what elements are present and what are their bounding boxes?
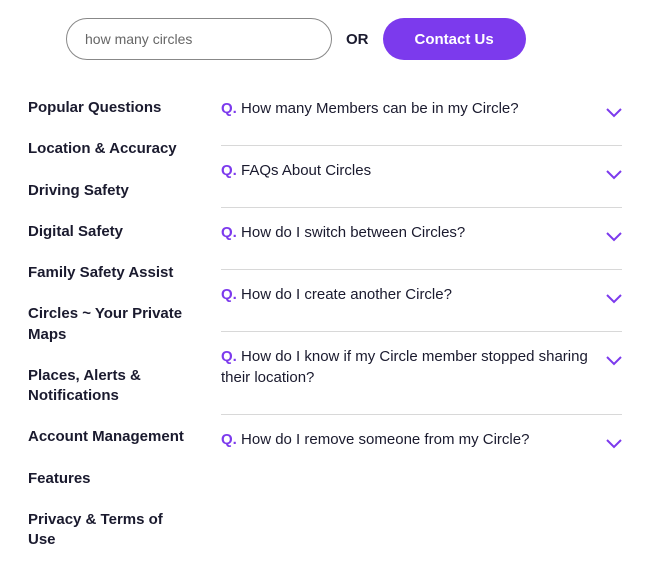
q-prefix: Q. (221, 286, 237, 303)
faq-question: Q. How do I switch between Circles? (221, 222, 481, 243)
chevron-down-icon (606, 108, 622, 118)
sidebar-item-driving-safety[interactable]: Driving Safety (28, 181, 193, 201)
sidebar-item-privacy-terms[interactable]: Privacy & Terms of Use (28, 510, 193, 551)
faq-question: Q. FAQs About Circles (221, 160, 387, 181)
sidebar-item-account-management[interactable]: Account Management (28, 427, 193, 447)
top-bar: OR Contact Us (28, 18, 622, 60)
q-prefix: Q. (221, 162, 237, 179)
faq-item[interactable]: Q. How do I switch between Circles? (221, 208, 622, 270)
chevron-down-icon (606, 356, 622, 366)
chevron-down-icon (606, 232, 622, 242)
q-prefix: Q. (221, 224, 237, 241)
chevron-down-icon (606, 294, 622, 304)
faq-text: How do I switch between Circles? (241, 224, 465, 241)
contact-us-button[interactable]: Contact Us (383, 18, 526, 60)
faq-text: How do I create another Circle? (241, 286, 452, 303)
faq-question: Q. How do I know if my Circle member sto… (221, 346, 606, 388)
faq-text: How many Members can be in my Circle? (241, 100, 519, 117)
faq-item[interactable]: Q. How many Members can be in my Circle? (221, 98, 622, 146)
faq-item[interactable]: Q. How do I know if my Circle member sto… (221, 332, 622, 415)
faq-question: Q. How do I remove someone from my Circl… (221, 429, 545, 450)
faq-item[interactable]: Q. How do I remove someone from my Circl… (221, 415, 622, 476)
chevron-down-icon (606, 439, 622, 449)
sidebar-item-digital-safety[interactable]: Digital Safety (28, 222, 193, 242)
or-label: OR (346, 31, 369, 48)
faq-question: Q. How many Members can be in my Circle? (221, 98, 535, 119)
faq-item[interactable]: Q. How do I create another Circle? (221, 270, 622, 332)
faq-text: How do I remove someone from my Circle? (241, 431, 529, 448)
sidebar: Popular Questions Location & Accuracy Dr… (28, 98, 193, 571)
q-prefix: Q. (221, 348, 237, 365)
faq-list: Q. How many Members can be in my Circle?… (221, 98, 622, 571)
sidebar-item-family-safety-assist[interactable]: Family Safety Assist (28, 263, 193, 283)
q-prefix: Q. (221, 100, 237, 117)
faq-text: FAQs About Circles (241, 162, 371, 179)
chevron-down-icon (606, 170, 622, 180)
sidebar-item-location-accuracy[interactable]: Location & Accuracy (28, 139, 193, 159)
sidebar-item-circles[interactable]: Circles ~ Your Private Maps (28, 304, 193, 345)
faq-text: How do I know if my Circle member stoppe… (221, 348, 588, 386)
faq-item[interactable]: Q. FAQs About Circles (221, 146, 622, 208)
search-input[interactable] (66, 18, 332, 60)
sidebar-item-popular-questions[interactable]: Popular Questions (28, 98, 193, 118)
sidebar-item-features[interactable]: Features (28, 469, 193, 489)
sidebar-item-places-alerts[interactable]: Places, Alerts & Notifications (28, 366, 193, 407)
faq-question: Q. How do I create another Circle? (221, 284, 468, 305)
q-prefix: Q. (221, 431, 237, 448)
